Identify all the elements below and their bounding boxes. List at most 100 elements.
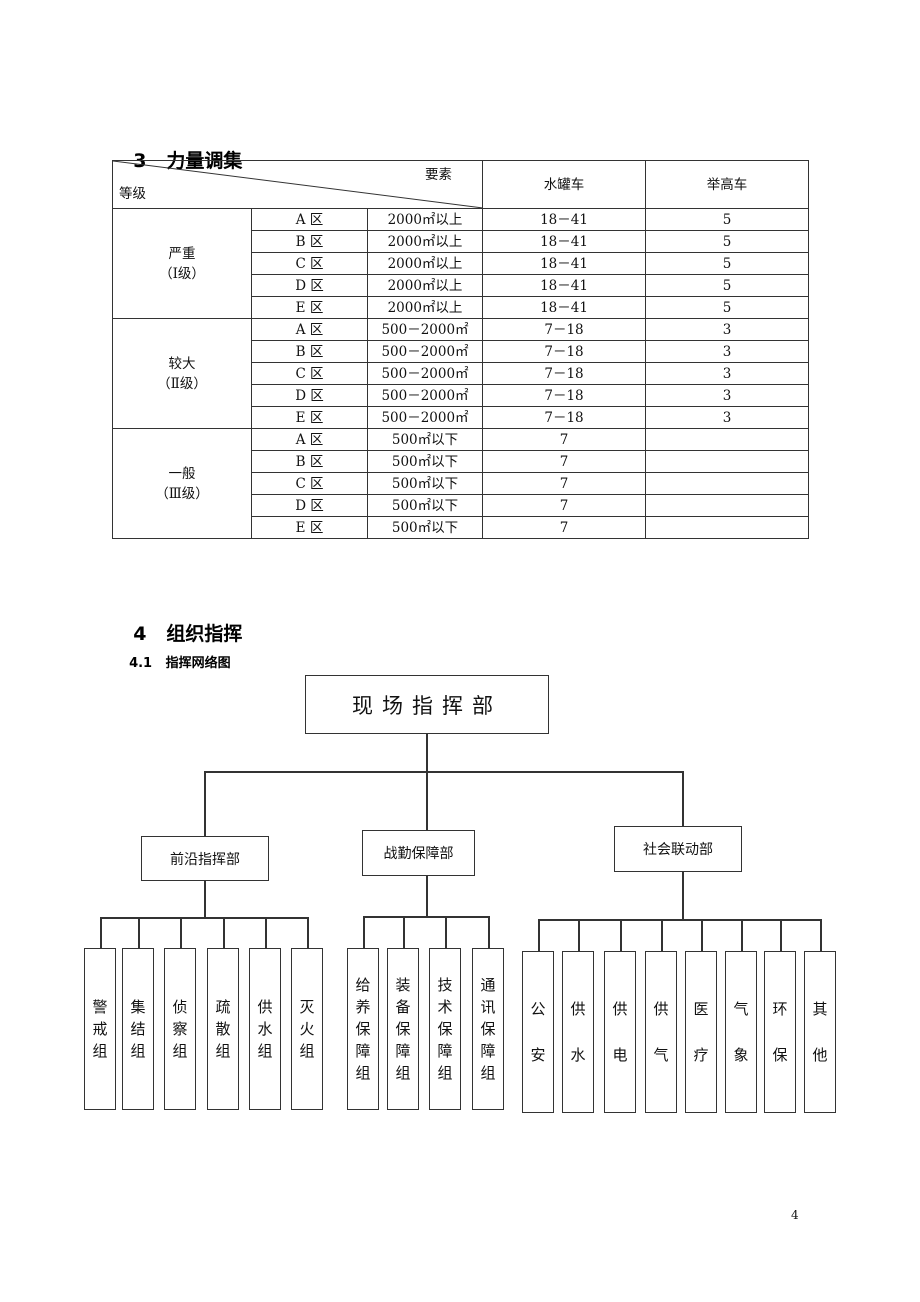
org-leaf-node: 气象	[725, 951, 757, 1113]
org-leaf-char: 电	[612, 1046, 628, 1064]
connector	[538, 919, 822, 921]
branch-node-logistics: 战勤保障部	[362, 830, 475, 876]
org-leaf-node: 侦察组	[164, 948, 196, 1110]
connector	[701, 919, 703, 951]
connector	[265, 917, 267, 948]
table-row: 较大 （Ⅱ级） A 区 500－2000㎡ 7－18 3	[112, 318, 809, 429]
tankers-cell: 18－41	[482, 252, 646, 275]
branch-label: 社会联动部	[643, 842, 713, 858]
org-leaf-char: 供	[653, 1000, 669, 1018]
tankers-cell: 18－41	[482, 274, 646, 297]
header-level-label: 等级	[119, 186, 146, 202]
header-elements-label: 要素	[425, 167, 452, 183]
table-header-row: 要素 等级 水罐车 举高车	[112, 160, 809, 209]
zone-cell: C 区	[251, 362, 368, 385]
area-cell: 500－2000㎡	[367, 340, 483, 363]
level-name: 严重	[168, 245, 196, 262]
connector	[661, 919, 663, 951]
org-leaf-char: 术	[437, 998, 453, 1016]
org-leaf-char: 安	[530, 1046, 546, 1064]
connector	[820, 919, 822, 951]
org-leaf-char: 察	[172, 1020, 188, 1038]
connector	[682, 871, 684, 919]
connector	[363, 916, 365, 948]
org-leaf-char: 组	[130, 1042, 146, 1060]
branch-label: 前沿指挥部	[170, 851, 240, 868]
org-leaf-node: 给养保障组	[347, 948, 379, 1110]
org-leaf-char: 装	[395, 976, 411, 994]
aerial-cell: 5	[645, 208, 809, 231]
org-leaf-char: 公	[530, 1000, 546, 1018]
connector	[204, 880, 206, 917]
area-cell: 2000㎡以上	[367, 208, 483, 231]
tankers-cell: 7	[482, 516, 646, 539]
org-leaf-char: 保	[772, 1046, 788, 1064]
tankers-cell: 7－18	[482, 406, 646, 429]
area-cell: 500－2000㎡	[367, 318, 483, 341]
zone-cell: A 区	[251, 208, 368, 231]
org-leaf-char: 障	[395, 1042, 411, 1060]
connector	[578, 919, 580, 951]
tankers-cell: 7	[482, 472, 646, 495]
org-leaf-node: 供电	[604, 951, 636, 1113]
zone-cell: E 区	[251, 406, 368, 429]
level-grade: （Ⅱ级）	[157, 375, 207, 392]
level-grade: （Ⅲ级）	[155, 485, 209, 502]
level-name: 较大	[168, 355, 196, 372]
aerial-cell	[645, 472, 809, 495]
table-row: 严重 （Ⅰ级） A 区 2000㎡以上 18－41 5	[112, 208, 809, 319]
area-cell: 500－2000㎡	[367, 384, 483, 407]
connector	[363, 916, 490, 918]
level-name: 一般	[168, 465, 196, 482]
area-cell: 500㎡以下	[367, 494, 483, 517]
org-leaf-char: 供	[612, 1000, 628, 1018]
connector	[741, 919, 743, 951]
tankers-cell: 7	[482, 450, 646, 473]
aerial-cell: 3	[645, 406, 809, 429]
org-leaf-char: 他	[812, 1046, 828, 1064]
connector	[682, 771, 684, 827]
org-leaf-char: 疗	[693, 1046, 709, 1064]
zone-cell: E 区	[251, 516, 368, 539]
connector	[138, 917, 140, 948]
zone-cell: B 区	[251, 340, 368, 363]
zone-cell: D 区	[251, 274, 368, 297]
connector	[100, 917, 102, 948]
org-leaf-char: 保	[395, 1020, 411, 1038]
zone-cell: A 区	[251, 318, 368, 341]
org-leaf-char: 组	[437, 1064, 453, 1082]
subsection-4-1-heading: 4.1 指挥网络图	[120, 637, 231, 671]
aerial-cell	[645, 450, 809, 473]
org-leaf-char: 通	[480, 976, 496, 994]
org-leaf-char: 疏	[215, 998, 231, 1016]
tankers-cell: 7	[482, 494, 646, 517]
org-leaf-char: 其	[812, 1000, 828, 1018]
org-leaf-char: 气	[733, 1000, 749, 1018]
connector	[538, 919, 540, 951]
connector	[445, 916, 447, 948]
connector	[488, 916, 490, 948]
org-leaf-char: 障	[355, 1042, 371, 1060]
area-cell: 500㎡以下	[367, 472, 483, 495]
org-leaf-char: 组	[257, 1042, 273, 1060]
zone-cell: E 区	[251, 296, 368, 319]
org-leaf-char: 组	[480, 1064, 496, 1082]
org-leaf-char: 保	[480, 1020, 496, 1038]
connector	[204, 771, 683, 773]
zone-cell: B 区	[251, 450, 368, 473]
org-leaf-char: 象	[733, 1046, 749, 1064]
org-leaf-char: 养	[355, 998, 371, 1016]
tankers-cell: 7－18	[482, 384, 646, 407]
org-leaf-node: 装备保障组	[387, 948, 419, 1110]
aerial-cell: 5	[645, 296, 809, 319]
org-leaf-char: 技	[437, 976, 453, 994]
aerial-cell	[645, 428, 809, 451]
org-leaf-char: 散	[215, 1020, 231, 1038]
header-aerial: 举高车	[645, 160, 809, 209]
org-leaf-char: 组	[395, 1064, 411, 1082]
tankers-cell: 7	[482, 428, 646, 451]
page-number: 4	[791, 1208, 799, 1222]
org-leaf-char: 保	[437, 1020, 453, 1038]
aerial-cell	[645, 494, 809, 517]
org-leaf-node: 警戒组	[84, 948, 116, 1110]
